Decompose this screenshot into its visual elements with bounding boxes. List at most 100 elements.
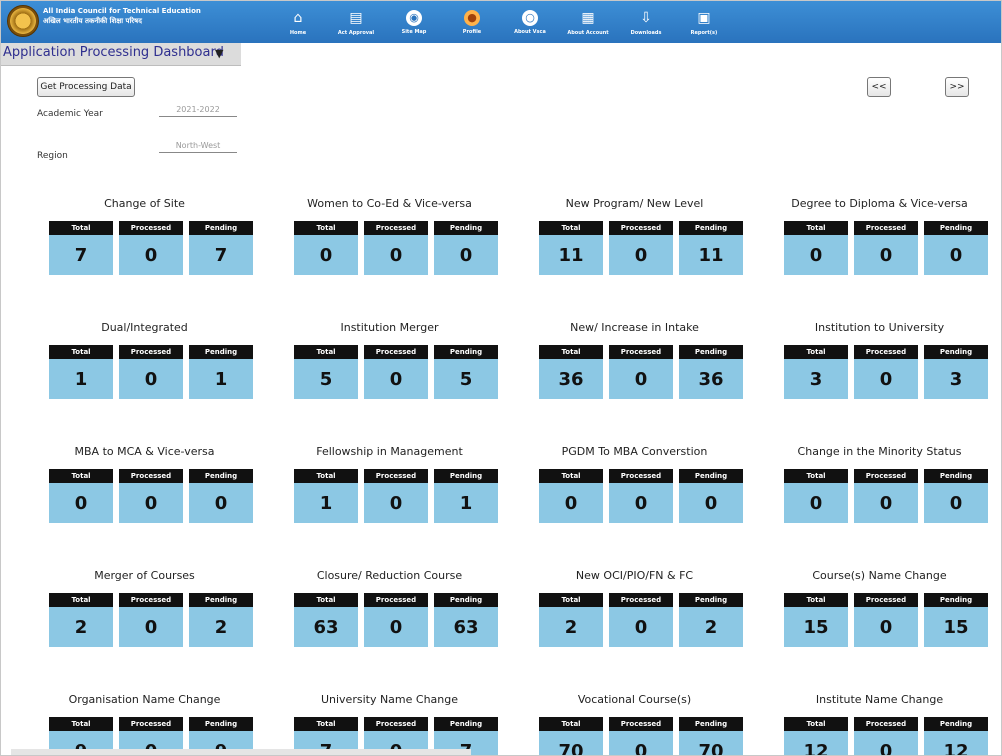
stat-card: Change of Site Total 7 Processed 0 Pendi… bbox=[37, 197, 253, 297]
nav-reports[interactable]: ▣ Report(s) bbox=[675, 1, 733, 43]
pending-value: 0 bbox=[679, 483, 743, 523]
processed-box: Processed 0 bbox=[854, 469, 918, 523]
processed-label: Processed bbox=[854, 717, 918, 731]
total-label: Total bbox=[49, 469, 113, 483]
total-value: 3 bbox=[784, 359, 848, 399]
pending-value: 0 bbox=[189, 483, 253, 523]
stat-card: Course(s) Name Change Total 15 Processed… bbox=[772, 569, 988, 669]
total-label: Total bbox=[539, 593, 603, 607]
processed-value: 0 bbox=[609, 483, 673, 523]
stat-card: Change in the Minority Status Total 0 Pr… bbox=[772, 445, 988, 545]
nav-label: About Vsca bbox=[514, 28, 546, 35]
stat-boxes: Total 12 Processed 0 Pending 12 bbox=[784, 717, 988, 755]
pending-box: Pending 2 bbox=[189, 593, 253, 647]
stat-boxes: Total 3 Processed 0 Pending 3 bbox=[784, 345, 988, 399]
card-title: Institution to University bbox=[814, 321, 945, 334]
pending-label: Pending bbox=[189, 221, 253, 235]
total-box: Total 15 bbox=[784, 593, 848, 647]
processed-box: Processed 0 bbox=[609, 345, 673, 399]
total-box: Total 0 bbox=[784, 469, 848, 523]
app-window: All India Council for Technical Educatio… bbox=[0, 0, 1002, 756]
total-value: 0 bbox=[784, 483, 848, 523]
total-label: Total bbox=[784, 593, 848, 607]
pending-label: Pending bbox=[189, 469, 253, 483]
total-label: Total bbox=[539, 469, 603, 483]
total-label: Total bbox=[49, 717, 113, 731]
card-title: Dual/Integrated bbox=[101, 321, 188, 334]
card-title: Organisation Name Change bbox=[68, 693, 221, 706]
processed-label: Processed bbox=[119, 221, 183, 235]
processed-box: Processed 0 bbox=[119, 221, 183, 275]
horizontal-scrollbar[interactable] bbox=[11, 749, 471, 755]
nav-label: Profile bbox=[462, 28, 482, 35]
aicte-logo bbox=[7, 5, 39, 37]
processed-label: Processed bbox=[854, 593, 918, 607]
nav-downloads[interactable]: ⇩ Downloads bbox=[617, 1, 675, 43]
stat-boxes: Total 0 Processed 0 Pending 0 bbox=[784, 221, 988, 275]
pending-label: Pending bbox=[189, 717, 253, 731]
processed-value: 0 bbox=[609, 607, 673, 647]
get-processing-data-button[interactable]: Get Processing Data bbox=[37, 77, 135, 97]
pending-value: 1 bbox=[189, 359, 253, 399]
total-value: 15 bbox=[784, 607, 848, 647]
nav-act-approval[interactable]: ▤ Act Approval bbox=[327, 1, 385, 43]
total-box: Total 11 bbox=[539, 221, 603, 275]
profile-icon: ● bbox=[464, 9, 480, 26]
processed-box: Processed 0 bbox=[119, 469, 183, 523]
stat-boxes: Total 7 Processed 0 Pending 7 bbox=[49, 221, 253, 275]
total-label: Total bbox=[294, 221, 358, 235]
nav-home[interactable]: ⌂ Home bbox=[269, 1, 327, 43]
processed-label: Processed bbox=[119, 469, 183, 483]
total-label: Total bbox=[294, 593, 358, 607]
processed-label: Processed bbox=[364, 593, 428, 607]
stat-card: Institution to University Total 3 Proces… bbox=[772, 321, 988, 421]
nav-about-account[interactable]: ▦ About Account bbox=[559, 1, 617, 43]
card-title: University Name Change bbox=[320, 693, 459, 706]
processed-box: Processed 0 bbox=[364, 469, 428, 523]
stat-boxes: Total 70 Processed 0 Pending 70 bbox=[539, 717, 743, 755]
pending-box: Pending 63 bbox=[434, 593, 498, 647]
processed-value: 0 bbox=[119, 607, 183, 647]
processed-label: Processed bbox=[854, 469, 918, 483]
card-title: Change of Site bbox=[104, 197, 185, 210]
approval-icon: ▤ bbox=[349, 9, 363, 26]
card-title: Institute Name Change bbox=[815, 693, 944, 706]
processed-label: Processed bbox=[119, 593, 183, 607]
pending-value: 70 bbox=[679, 731, 743, 755]
academic-year-field[interactable]: 2021-2022 bbox=[159, 105, 237, 117]
nav-label: Act Approval bbox=[337, 29, 375, 36]
card-title: New/ Increase in Intake bbox=[570, 321, 699, 334]
total-label: Total bbox=[539, 717, 603, 731]
processed-box: Processed 0 bbox=[854, 717, 918, 755]
report-icon: ▣ bbox=[697, 9, 711, 26]
pending-value: 11 bbox=[679, 235, 743, 275]
brand-text: All India Council for Technical Educatio… bbox=[43, 6, 201, 26]
region-field[interactable]: North-West bbox=[159, 141, 237, 153]
processed-label: Processed bbox=[609, 469, 673, 483]
nav-label: Report(s) bbox=[690, 29, 718, 36]
total-value: 1 bbox=[294, 483, 358, 523]
nav-site-map[interactable]: ◉ Site Map bbox=[385, 1, 443, 43]
dashboard-title-bar[interactable]: Application Processing Dashboard ▼ bbox=[1, 43, 241, 66]
total-value: 1 bbox=[49, 359, 113, 399]
nav-profile[interactable]: ● Profile bbox=[443, 1, 501, 43]
stat-boxes: Total 5 Processed 0 Pending 5 bbox=[294, 345, 498, 399]
nav-about[interactable]: ○ About Vsca bbox=[501, 1, 559, 43]
pending-box: Pending 0 bbox=[924, 221, 988, 275]
processed-value: 0 bbox=[364, 607, 428, 647]
previous-button[interactable]: << bbox=[867, 77, 891, 97]
pending-value: 0 bbox=[924, 483, 988, 523]
pending-label: Pending bbox=[924, 221, 988, 235]
stat-card: Degree to Diploma & Vice-versa Total 0 P… bbox=[772, 197, 988, 297]
chevron-down-icon[interactable]: ▼ bbox=[215, 47, 223, 60]
total-label: Total bbox=[784, 221, 848, 235]
total-box: Total 2 bbox=[49, 593, 113, 647]
next-button[interactable]: >> bbox=[945, 77, 969, 97]
stat-card: Fellowship in Management Total 1 Process… bbox=[282, 445, 498, 545]
pending-box: Pending 0 bbox=[924, 469, 988, 523]
brand-line-hindi: अखिल भारतीय तकनीकी शिक्षा परिषद bbox=[43, 17, 142, 25]
processed-box: Processed 0 bbox=[854, 221, 918, 275]
processed-value: 0 bbox=[854, 235, 918, 275]
card-title: Fellowship in Management bbox=[316, 445, 463, 458]
pending-label: Pending bbox=[434, 469, 498, 483]
